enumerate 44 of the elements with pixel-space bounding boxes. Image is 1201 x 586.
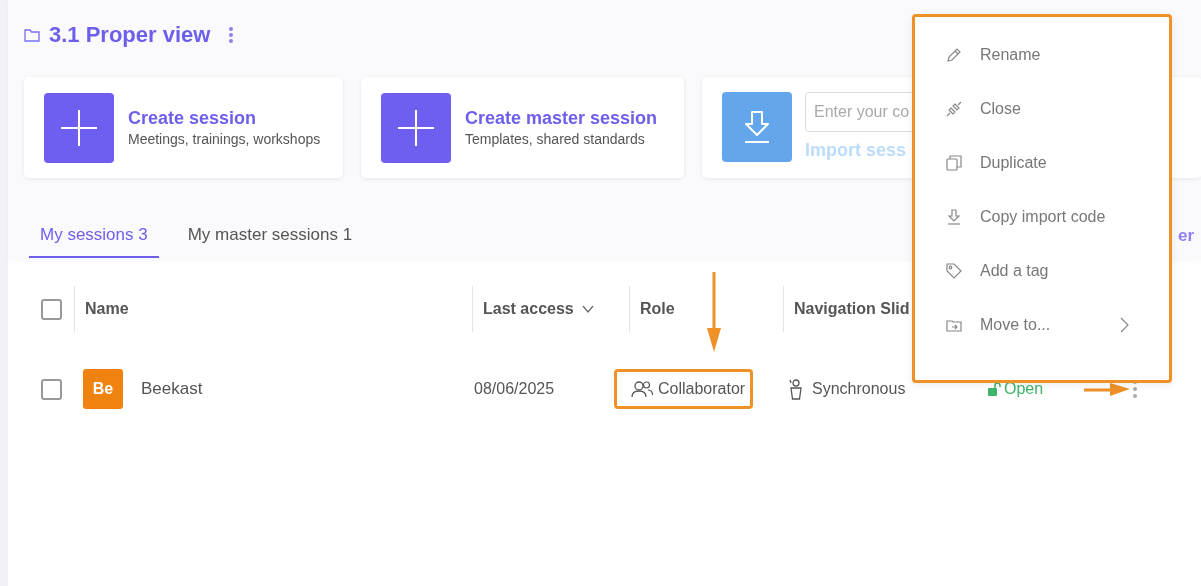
session-name[interactable]: Beekast (141, 379, 203, 399)
menu-item[interactable]: Duplicate (915, 136, 1169, 190)
role-cell: Collaborator (614, 369, 754, 409)
folder-icon (24, 28, 40, 42)
plus-icon (398, 109, 434, 146)
tab[interactable]: My master sessions 1 (176, 214, 364, 258)
menu-item[interactable]: Rename (915, 28, 1169, 82)
card-subtitle: Templates, shared standards (465, 131, 646, 147)
pencil-icon (945, 46, 963, 64)
download-icon (945, 208, 963, 226)
card-subtitle: Meetings, trainings, workshops (128, 131, 321, 147)
import-button[interactable] (722, 92, 792, 162)
presenter-icon (788, 378, 804, 400)
plus-icon (61, 109, 97, 146)
menu-item[interactable]: Add a tag (915, 244, 1169, 298)
chevron-right-icon (1119, 317, 1129, 333)
lock-icon (987, 382, 1001, 396)
status-label: Open (987, 380, 1044, 398)
column-header[interactable]: Navigation Slid (794, 300, 910, 318)
folder-title: 3.1 Proper view (49, 22, 211, 48)
people-icon (631, 380, 653, 398)
add-button[interactable] (381, 92, 451, 163)
column-header[interactable]: Role (640, 300, 675, 318)
checkbox[interactable] (41, 298, 62, 320)
sort-icon[interactable] (581, 305, 594, 313)
link[interactable]: er (1177, 226, 1194, 246)
more-icon[interactable] (228, 26, 235, 44)
menu-item[interactable]: Move to... (915, 298, 1169, 352)
column-header[interactable]: Name (85, 300, 129, 318)
tag-icon (945, 262, 963, 280)
table-cell: Synchronous (812, 380, 906, 398)
plug-icon (945, 100, 963, 118)
column-header[interactable]: Last access (483, 300, 574, 318)
card-title[interactable]: Create session (128, 108, 321, 129)
download-icon (743, 110, 771, 144)
menu-item[interactable]: Copy import code (915, 190, 1169, 244)
tab[interactable]: My sessions 3 (29, 214, 159, 258)
avatar: Be (83, 369, 123, 409)
copy-icon (945, 154, 963, 172)
checkbox[interactable] (41, 378, 62, 400)
card-title[interactable]: Create master session (465, 108, 658, 129)
table-cell-text: 08/06/2025 (473, 380, 555, 398)
add-button[interactable] (44, 92, 114, 163)
menu-item[interactable]: Close (915, 82, 1169, 136)
